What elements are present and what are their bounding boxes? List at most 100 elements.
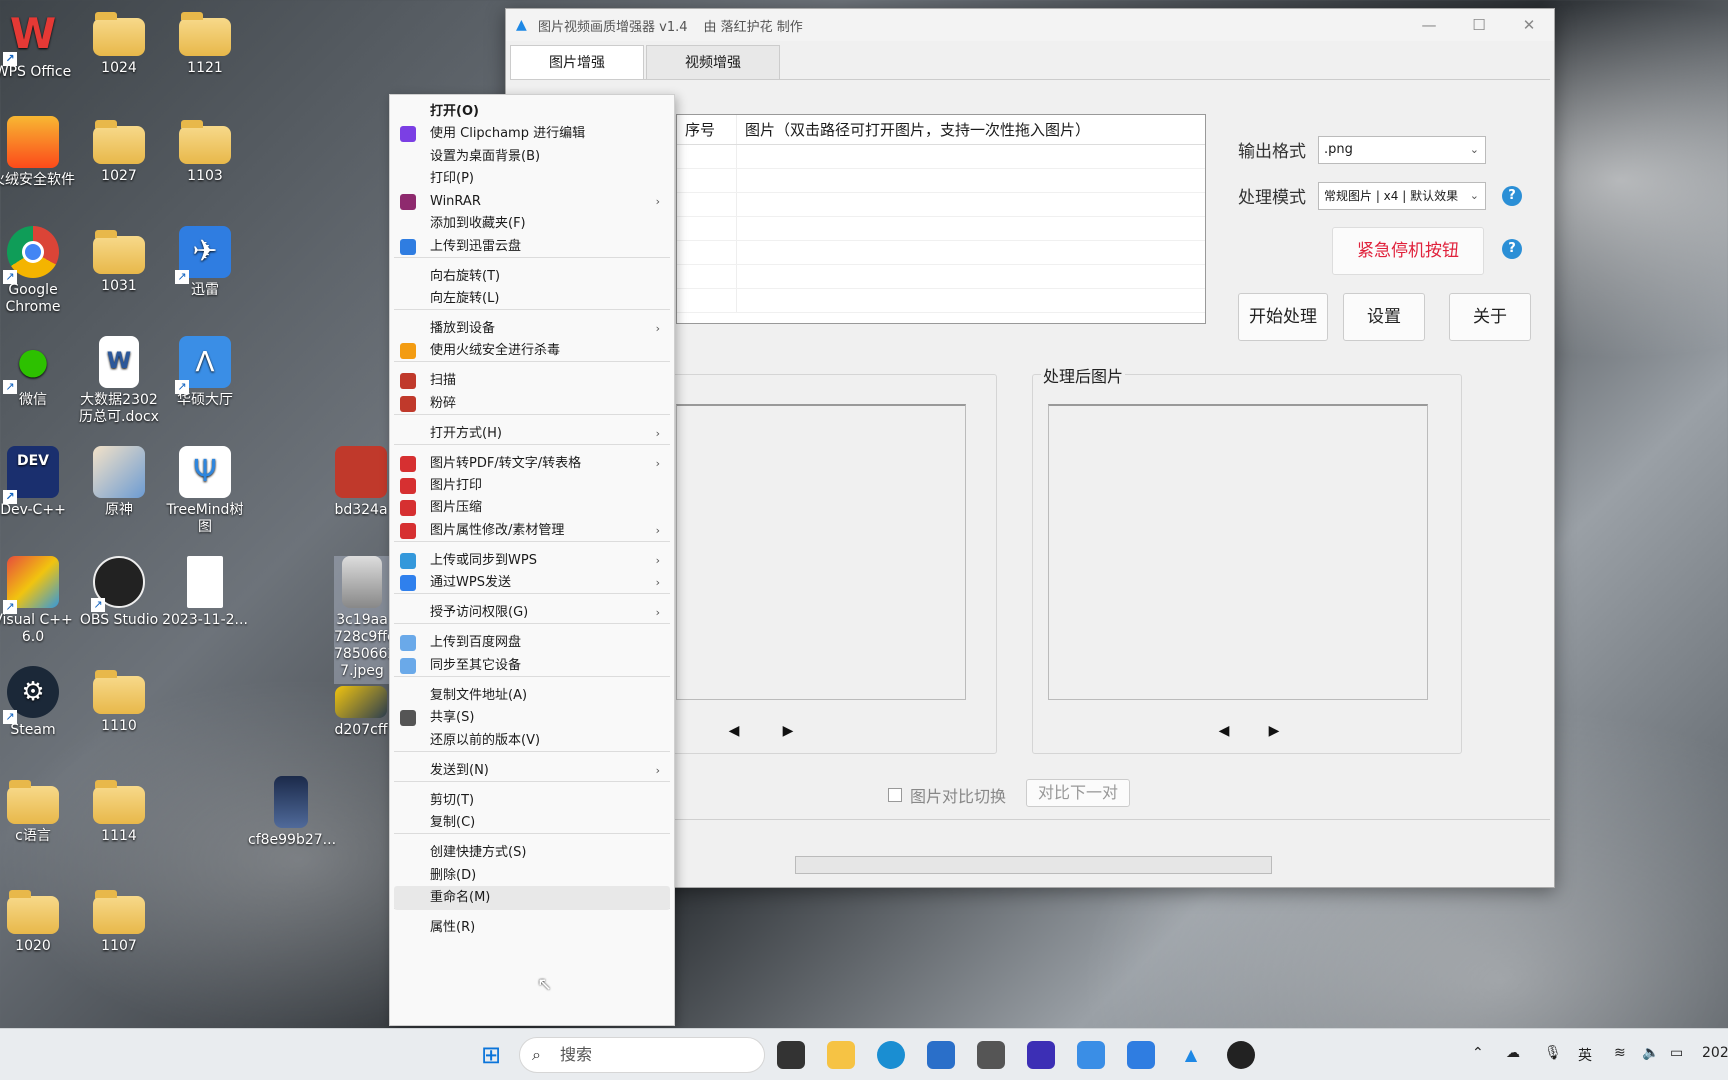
menu-item[interactable]: WinRAR › bbox=[390, 190, 674, 214]
desktop-icon-jpeg-selected[interactable]: 3c19aa 728c9ffe 7850662 7.jpeg bbox=[334, 556, 390, 684]
processed-next-icon[interactable]: ▶ bbox=[1264, 721, 1284, 741]
desktop-icon-chrome[interactable]: Google Chrome bbox=[0, 226, 76, 316]
menu-item[interactable]: 粉碎 bbox=[390, 392, 674, 416]
desktop-icon-steam[interactable]: ⚙Steam bbox=[0, 666, 76, 739]
output-format-select[interactable]: .png ⌄ bbox=[1318, 136, 1486, 164]
menu-item[interactable]: 播放到设备 › bbox=[390, 317, 674, 341]
store-icon[interactable] bbox=[927, 1041, 955, 1069]
menu-item[interactable]: 删除(D) bbox=[390, 864, 674, 888]
desktop-icon-folder[interactable]: 1121 bbox=[162, 8, 248, 77]
app-m-icon[interactable] bbox=[1027, 1041, 1055, 1069]
desktop-icon-genshin[interactable]: 原神 bbox=[76, 446, 162, 519]
stop-help-icon[interactable]: ? bbox=[1502, 239, 1522, 259]
menu-item[interactable]: 属性(R) bbox=[390, 916, 674, 940]
clock[interactable]: 202 bbox=[1702, 1045, 1728, 1061]
mode-select[interactable]: 常规图片 | x4 | 默认效果 ⌄ bbox=[1318, 182, 1486, 210]
desktop-icon-folder[interactable]: 1103 bbox=[162, 116, 248, 185]
original-prev-icon[interactable]: ◀ bbox=[724, 721, 744, 741]
menu-item[interactable]: 打印(P) bbox=[390, 167, 674, 191]
compare-checkbox[interactable] bbox=[888, 788, 902, 802]
cloud-icon[interactable]: ☁ bbox=[1506, 1045, 1520, 1061]
desktop-icon-wps[interactable]: WWPS Office bbox=[0, 8, 76, 81]
desktop-icon-folder[interactable]: 1110 bbox=[76, 666, 162, 735]
compare-next-button[interactable]: 对比下一对 bbox=[1026, 779, 1130, 807]
menu-item[interactable]: 授予访问权限(G) › bbox=[390, 601, 674, 625]
desktop-icon-folder[interactable]: 1027 bbox=[76, 116, 162, 185]
mode-help-icon[interactable]: ? bbox=[1502, 186, 1522, 206]
task-view-icon[interactable] bbox=[777, 1041, 805, 1069]
about-button[interactable]: 关于 bbox=[1449, 293, 1531, 341]
taskbar-search[interactable]: ⌕ 搜索 bbox=[519, 1037, 765, 1073]
compare-toggle[interactable]: 图片对比切换 bbox=[888, 783, 1006, 807]
app-cube-icon[interactable] bbox=[977, 1041, 1005, 1069]
desktop-icon-folder[interactable]: 1020 bbox=[0, 886, 76, 955]
ime-indicator[interactable]: 英 bbox=[1578, 1045, 1592, 1065]
menu-item[interactable]: 使用 Clipchamp 进行编辑 bbox=[390, 122, 674, 146]
menu-item[interactable]: 图片属性修改/素材管理 › bbox=[390, 519, 674, 543]
menu-item[interactable]: 还原以前的版本(V) bbox=[390, 729, 674, 753]
start-process-button[interactable]: 开始处理 bbox=[1238, 293, 1328, 341]
emergency-stop-button[interactable]: 紧急停机按钮 bbox=[1332, 227, 1484, 275]
menu-item[interactable]: 图片压缩 bbox=[390, 496, 674, 520]
original-next-icon[interactable]: ▶ bbox=[778, 721, 798, 741]
title-bar[interactable]: ▲ 图片视频画质增强器 v1.4 由 落红护花 制作 bbox=[506, 9, 1554, 41]
wifi-icon[interactable]: ≋ bbox=[1614, 1045, 1626, 1061]
desktop-icon-image[interactable]: d207cff bbox=[326, 686, 396, 739]
menu-item[interactable]: 上传到迅雷云盘 bbox=[390, 235, 674, 259]
menu-item[interactable]: 上传或同步到WPS › bbox=[390, 549, 674, 573]
desktop-icon-huorong[interactable]: 火绒安全软件 bbox=[0, 116, 76, 189]
minimize-button[interactable]: — bbox=[1404, 9, 1454, 41]
menu-item[interactable]: 复制文件地址(A) bbox=[390, 684, 674, 708]
image-enhancer-icon[interactable]: ▲ bbox=[1177, 1041, 1205, 1069]
desktop-icon-asus[interactable]: Λ华硕大厅 bbox=[162, 336, 248, 409]
menu-item[interactable]: 向左旋转(L) bbox=[390, 287, 674, 311]
desktop-icon-folder[interactable]: 1107 bbox=[76, 886, 162, 955]
app-red-dot-icon[interactable] bbox=[1227, 1041, 1255, 1069]
menu-item[interactable]: 图片打印 bbox=[390, 474, 674, 498]
tray-chevron-icon[interactable]: ⌃ bbox=[1472, 1045, 1484, 1061]
desktop-icon-devcpp[interactable]: DEVDev-C++ bbox=[0, 446, 76, 519]
desktop-icon-folder[interactable]: 1024 bbox=[76, 8, 162, 77]
menu-item[interactable]: 发送到(N) › bbox=[390, 759, 674, 783]
menu-item[interactable]: 添加到收藏夹(F) bbox=[390, 212, 674, 236]
close-button[interactable]: ✕ bbox=[1504, 9, 1554, 41]
battery-icon[interactable]: ▭ bbox=[1670, 1045, 1683, 1061]
desktop-icon-folder[interactable]: 1114 bbox=[76, 776, 162, 845]
menu-item[interactable]: 通过WPS发送 › bbox=[390, 571, 674, 595]
menu-item[interactable]: 向右旋转(T) bbox=[390, 265, 674, 289]
menu-item[interactable]: 同步至其它设备 bbox=[390, 654, 674, 678]
desktop-icon-docx[interactable]: W 大数据2302 历总可.docx bbox=[76, 336, 162, 426]
desktop-icon-file[interactable]: 2023-11-2... bbox=[162, 556, 248, 629]
menu-item[interactable]: 图片转PDF/转文字/转表格 › bbox=[390, 452, 674, 476]
menu-item[interactable]: 重命名(M) bbox=[394, 886, 670, 910]
menu-item[interactable]: 使用火绒安全进行杀毒 bbox=[390, 339, 674, 363]
settings-button[interactable]: 设置 bbox=[1343, 293, 1425, 341]
menu-item[interactable]: 上传到百度网盘 bbox=[390, 631, 674, 655]
original-image-view[interactable] bbox=[676, 404, 966, 700]
file-list-table[interactable]: 序号 图片（双击路径可打开图片，支持一次性拖入图片） bbox=[676, 114, 1206, 324]
menu-item[interactable]: 打开(O) bbox=[390, 100, 674, 124]
desktop-icon-vc6[interactable]: Visual C++ 6.0 bbox=[0, 556, 76, 646]
tab-image-enhance[interactable]: 图片增强 bbox=[510, 45, 644, 79]
thunder-icon[interactable] bbox=[1127, 1041, 1155, 1069]
menu-item[interactable]: 设置为桌面背景(B) bbox=[390, 145, 674, 169]
start-menu-icon[interactable]: ⊞ bbox=[477, 1041, 505, 1069]
desktop-icon-thunder[interactable]: ✈迅雷 bbox=[162, 226, 248, 299]
tab-video-enhance[interactable]: 视频增强 bbox=[646, 45, 780, 79]
desktop-icon-image[interactable]: cf8e99b27... bbox=[248, 776, 336, 849]
desktop-icon-treemind[interactable]: Ψ TreeMind树图 bbox=[162, 446, 248, 536]
asus-hub-icon[interactable] bbox=[1077, 1041, 1105, 1069]
desktop-icon-image[interactable]: bd324a bbox=[326, 446, 396, 519]
processed-prev-icon[interactable]: ◀ bbox=[1214, 721, 1234, 741]
desktop-icon-folder[interactable]: 1031 bbox=[76, 226, 162, 295]
processed-image-view[interactable] bbox=[1048, 404, 1428, 700]
menu-item[interactable]: 扫描 bbox=[390, 369, 674, 393]
desktop-icon-obs[interactable]: OBS Studio bbox=[76, 556, 162, 629]
desktop-icon-folder[interactable]: c语言 bbox=[0, 776, 76, 845]
volume-icon[interactable]: 🔈 bbox=[1642, 1045, 1659, 1061]
menu-item[interactable]: 创建快捷方式(S) bbox=[390, 841, 674, 865]
desktop-icon-wechat[interactable]: ●微信 bbox=[0, 336, 76, 409]
file-explorer-icon[interactable] bbox=[827, 1041, 855, 1069]
menu-item[interactable]: 复制(C) bbox=[390, 811, 674, 835]
maximize-button[interactable]: ☐ bbox=[1454, 9, 1504, 41]
